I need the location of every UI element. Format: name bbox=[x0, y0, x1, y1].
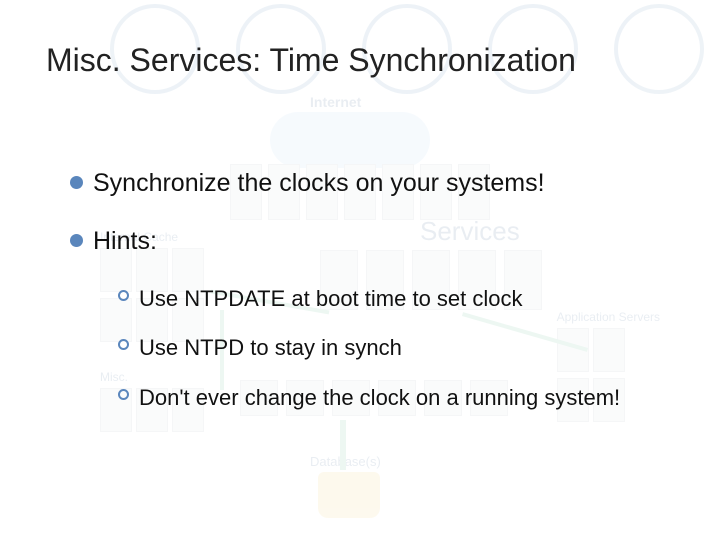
hint-text: Use NTPD to stay in synch bbox=[139, 332, 402, 364]
bullet-ring-icon bbox=[118, 290, 129, 301]
hint-dont-change-clock: Don't ever change the clock on a running… bbox=[118, 382, 680, 414]
slide: Misc. Services: Time Synchronization Syn… bbox=[0, 0, 720, 540]
hint-ntpdate: Use NTPDATE at boot time to set clock bbox=[118, 283, 680, 315]
bullet-ring-icon bbox=[118, 339, 129, 350]
hint-ntpd: Use NTPD to stay in synch bbox=[118, 332, 680, 364]
hint-text: Use NTPDATE at boot time to set clock bbox=[139, 283, 523, 315]
bullet-synchronize: Synchronize the clocks on your systems! bbox=[70, 167, 680, 201]
bullet-dot-icon bbox=[70, 176, 83, 189]
hint-text: Don't ever change the clock on a running… bbox=[139, 382, 620, 414]
bullet-text: Synchronize the clocks on your systems! bbox=[93, 167, 545, 201]
bullet-ring-icon bbox=[118, 389, 129, 400]
bullet-text: Hints: bbox=[93, 225, 157, 259]
bullet-dot-icon bbox=[70, 234, 83, 247]
bullet-hints: Hints: bbox=[70, 225, 680, 259]
slide-title: Misc. Services: Time Synchronization bbox=[46, 42, 680, 79]
